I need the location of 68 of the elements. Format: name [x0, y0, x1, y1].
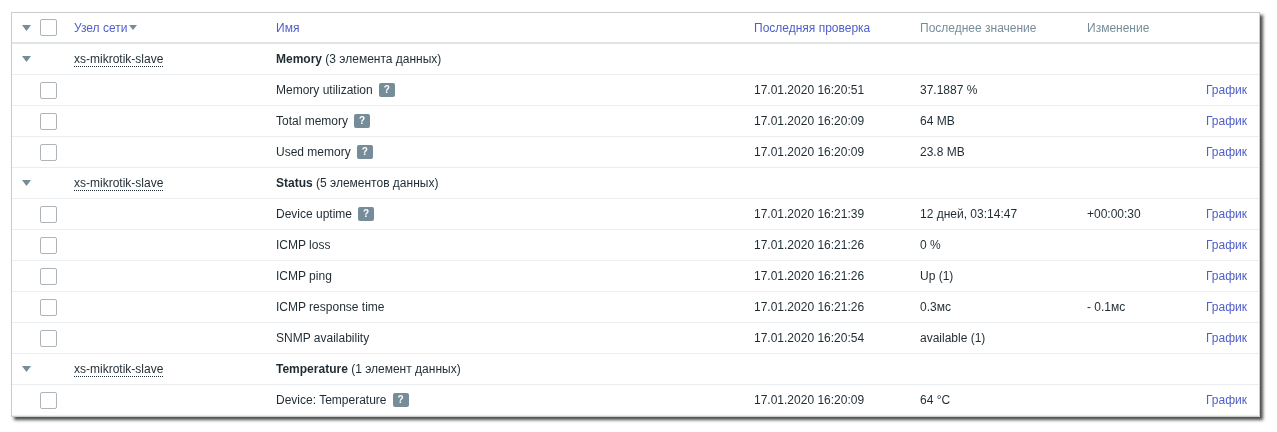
- graph-link[interactable]: График: [1206, 114, 1247, 128]
- host-name[interactable]: xs-mikrotik-slave: [74, 361, 164, 377]
- last-value: 64 MB: [920, 114, 956, 128]
- last-value: 0.3мс: [920, 300, 952, 314]
- collapse-toggle-icon[interactable]: [21, 180, 31, 186]
- description-badge[interactable]: ?: [356, 145, 373, 159]
- item-checkbox[interactable]: [40, 236, 57, 254]
- value-change: - 0.1мс: [1087, 300, 1127, 314]
- graph-link[interactable]: График: [1206, 331, 1247, 345]
- last-check-time: 17.01.2020 16:21:26: [754, 269, 866, 283]
- item-name: Memory utilization: [276, 83, 373, 97]
- item-checkbox[interactable]: [40, 143, 57, 161]
- last-check-time: 17.01.2020 16:20:09: [754, 114, 866, 128]
- last-value: available (1): [920, 331, 987, 345]
- last-value: 12 дней, 03:14:47: [920, 207, 1019, 221]
- last-value: 0 %: [920, 238, 942, 252]
- item-name: Device uptime: [276, 207, 353, 221]
- last-check-time: 17.01.2020 16:20:54: [754, 331, 866, 345]
- select-all-checkbox[interactable]: [40, 19, 57, 36]
- last-check-time: 17.01.2020 16:20:09: [754, 145, 866, 159]
- host-name[interactable]: xs-mikrotik-slave: [74, 51, 164, 67]
- graph-link[interactable]: График: [1206, 238, 1247, 252]
- item-name: SNMP availability: [276, 331, 370, 345]
- column-header: Изменение: [1087, 20, 1150, 35]
- item-name: ICMP ping: [276, 269, 332, 283]
- item-checkbox[interactable]: [40, 267, 57, 285]
- application-name: Memory (3 элемента данных): [276, 52, 443, 66]
- last-check-time: 17.01.2020 16:20:09: [754, 393, 866, 407]
- last-value: 37.1887 %: [920, 83, 979, 97]
- column-header[interactable]: Последняя проверка: [754, 20, 871, 35]
- item-name: Total memory: [276, 114, 349, 128]
- last-check-time: 17.01.2020 16:20:51: [754, 83, 866, 97]
- last-value: 64 °C: [920, 393, 952, 407]
- item-checkbox[interactable]: [40, 298, 57, 316]
- item-checkbox[interactable]: [40, 81, 57, 99]
- item-name: Used memory: [276, 145, 351, 159]
- collapse-toggle-icon[interactable]: [21, 56, 31, 62]
- last-check-time: 17.01.2020 16:21:26: [754, 238, 866, 252]
- application-name: Temperature (1 элемент данных): [276, 362, 462, 376]
- description-badge[interactable]: ?: [358, 207, 375, 221]
- item-checkbox[interactable]: [40, 391, 57, 409]
- item-checkbox[interactable]: [40, 205, 57, 223]
- description-badge[interactable]: ?: [378, 83, 395, 97]
- item-checkbox[interactable]: [40, 112, 57, 130]
- item-name: ICMP loss: [276, 238, 331, 252]
- item-checkbox[interactable]: [40, 329, 57, 347]
- column-header[interactable]: Имя: [276, 20, 300, 35]
- collapse-toggle-icon[interactable]: [21, 24, 31, 31]
- description-badge[interactable]: ?: [354, 114, 371, 128]
- last-check-time: 17.01.2020 16:21:26: [754, 300, 866, 314]
- graph-link[interactable]: График: [1206, 269, 1247, 283]
- column-header: Последнее значение: [920, 20, 1037, 35]
- graph-link[interactable]: График: [1206, 207, 1247, 221]
- application-name: Status (5 элементов данных): [276, 176, 440, 190]
- item-name: Device: Temperature: [276, 393, 387, 407]
- collapse-toggle-icon[interactable]: [21, 366, 31, 372]
- item-name: ICMP response time: [276, 300, 385, 314]
- host-name[interactable]: xs-mikrotik-slave: [74, 175, 164, 191]
- last-value: Up (1): [920, 269, 955, 283]
- graph-link[interactable]: График: [1206, 83, 1247, 97]
- graph-link[interactable]: График: [1206, 393, 1247, 407]
- graph-link[interactable]: График: [1206, 300, 1247, 314]
- column-header[interactable]: Узел сети: [74, 20, 138, 35]
- last-check-time: 17.01.2020 16:21:39: [754, 207, 866, 221]
- description-badge[interactable]: ?: [392, 393, 409, 407]
- value-change: +00:00:30: [1087, 207, 1142, 221]
- last-value: 23.8 MB: [920, 145, 966, 159]
- graph-link[interactable]: График: [1206, 145, 1247, 159]
